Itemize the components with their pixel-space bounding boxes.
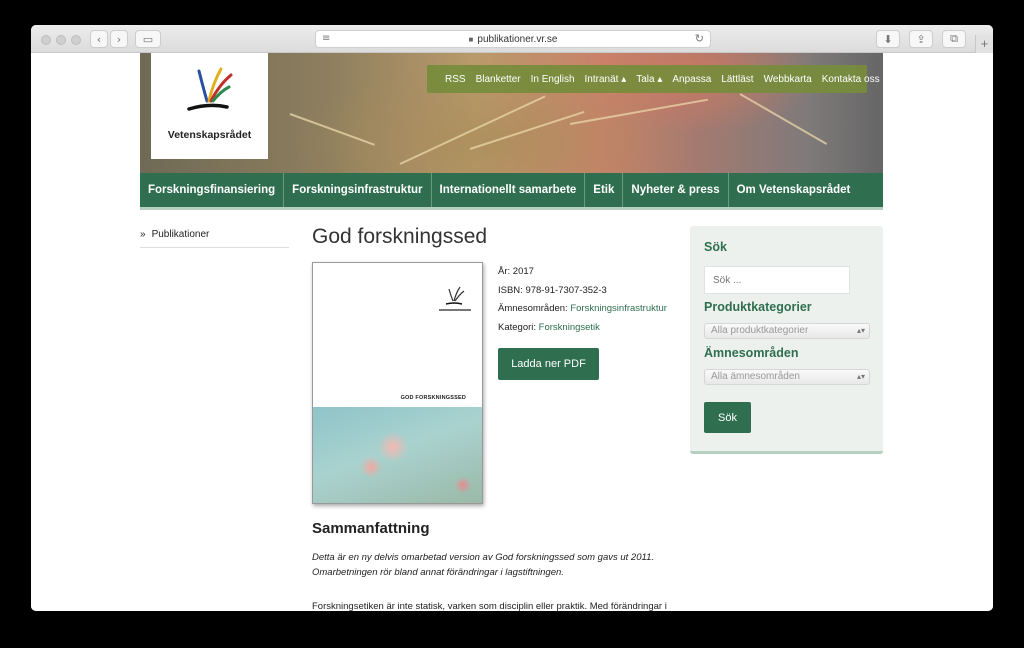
wheat-stalk <box>569 98 709 125</box>
download-icon[interactable]: ⬇ <box>876 30 900 48</box>
search-submit-button[interactable]: Sök <box>704 402 751 433</box>
wheat-stalk <box>289 113 375 146</box>
minimize-window-icon[interactable] <box>56 35 66 45</box>
zoom-window-icon[interactable] <box>71 35 81 45</box>
top-link-tala[interactable]: Tala ▴ <box>636 74 662 85</box>
cover-title: GOD FORSKNINGSSED <box>400 395 466 401</box>
nav-etik[interactable]: Etik <box>585 173 624 207</box>
subject-label: Ämnesområden: <box>498 303 568 314</box>
product-category-value: Alla produktkategorier <box>711 325 809 336</box>
page-title: God forskningssed <box>312 225 488 248</box>
new-tab-icon[interactable]: + <box>975 35 993 53</box>
product-category-heading: Produktkategorier <box>704 300 812 314</box>
year-value: 2017 <box>512 266 534 277</box>
reader-icon[interactable]: ≡ <box>322 33 330 44</box>
site-logo[interactable]: Vetenskapsrådet <box>151 53 268 159</box>
sidebar-toggle-icon[interactable]: ▭ <box>135 30 161 48</box>
isbn-value: 978-91-7307-352-3 <box>525 284 607 296</box>
product-category-select[interactable]: Alla produktkategorier ▴▾ <box>704 323 870 339</box>
top-link-intranat[interactable]: Intranät ▴ <box>585 74 627 85</box>
cover-blossom-image <box>313 407 482 503</box>
subject-area-select[interactable]: Alla ämnesområden ▴▾ <box>704 369 870 385</box>
main-navigation: Forskningsfinansiering Forskningsinfrast… <box>140 173 883 210</box>
forward-icon[interactable]: › <box>110 30 128 48</box>
search-input[interactable] <box>704 266 850 294</box>
cover-logo-icon <box>439 286 471 311</box>
sidebar-item-publikationer[interactable]: » Publikationer <box>140 229 289 240</box>
close-window-icon[interactable] <box>41 35 51 45</box>
share-icon[interactable]: ⇪ <box>909 30 933 48</box>
wheat-stalk <box>739 93 828 145</box>
top-link-in-english[interactable]: In English <box>531 74 575 85</box>
category-label: Kategori: <box>498 321 537 333</box>
top-link-blanketter[interactable]: Blanketter <box>476 74 521 85</box>
body-text: Forskningsetiken är inte statisk, varken… <box>312 601 667 611</box>
isbn-label: ISBN: <box>498 284 523 296</box>
top-link-lattlast[interactable]: Lättläst <box>721 74 753 85</box>
back-icon[interactable]: ‹ <box>90 30 108 48</box>
subject-link[interactable]: Forskningsinfrastruktur <box>570 303 667 314</box>
subject-area-heading: Ämnesområden <box>704 346 799 360</box>
publication-metadata: År: 2017 ISBN: 978-91-7307-352-3 Ämnesom… <box>498 263 667 337</box>
logo-mark-icon <box>187 67 233 111</box>
download-pdf-button[interactable]: Ladda ner PDF <box>498 348 599 380</box>
summary-text: Detta är en ny delvis omarbetad version … <box>312 552 655 578</box>
web-page: Vetenskapsrådet RSS Blanketter In Englis… <box>31 53 993 611</box>
nav-nyheter-press[interactable]: Nyheter & press <box>623 173 729 207</box>
top-utility-nav: RSS Blanketter In English Intranät ▴ Tal… <box>427 65 880 93</box>
publication-content: God forskningssed GOD FORSKNINGSSED År: … <box>312 223 672 611</box>
reload-icon[interactable]: ↻ <box>695 32 704 45</box>
publication-cover[interactable]: GOD FORSKNINGSSED <box>312 262 483 504</box>
summary-heading: Sammanfattning <box>312 520 430 537</box>
top-link-kontakta-oss[interactable]: Kontakta oss <box>822 74 880 85</box>
top-link-rss[interactable]: RSS <box>445 74 466 85</box>
logo-text: Vetenskapsrådet <box>167 129 252 141</box>
lock-icon: ■ <box>468 34 474 44</box>
category-link[interactable]: Forskningsetik <box>539 322 600 333</box>
search-heading: Sök <box>704 240 727 254</box>
section-sidebar: » Publikationer <box>140 229 289 248</box>
top-link-webbkarta[interactable]: Webbkarta <box>764 74 812 85</box>
browser-window: ‹ › ▭ ≡ ■ publikationer.vr.se ↻ ⬇ ⇪ ⧉ + <box>31 25 993 611</box>
select-arrows-icon: ▴▾ <box>856 326 865 335</box>
nav-om-vetenskapsradet[interactable]: Om Vetenskapsrådet <box>729 173 859 207</box>
browser-toolbar: ‹ › ▭ ≡ ■ publikationer.vr.se ↻ ⬇ ⇪ ⧉ + <box>31 25 993 53</box>
chevron-right-icon: » <box>140 229 146 240</box>
address-url: publikationer.vr.se <box>477 33 558 45</box>
wheat-stalk <box>469 110 585 150</box>
top-link-anpassa[interactable]: Anpassa <box>672 74 711 85</box>
year-label: År: <box>498 266 511 277</box>
address-bar[interactable]: ≡ ■ publikationer.vr.se ↻ <box>315 30 711 48</box>
select-arrows-icon: ▴▾ <box>856 372 865 381</box>
tabs-icon[interactable]: ⧉ <box>942 30 966 48</box>
sidebar-item-label: Publikationer <box>151 229 210 240</box>
nav-forskningsinfrastruktur[interactable]: Forskningsinfrastruktur <box>284 173 432 207</box>
search-panel: Sök Produktkategorier Alla produktkatego… <box>690 226 883 454</box>
nav-internationellt-samarbete[interactable]: Internationellt samarbete <box>432 173 586 207</box>
nav-forskningsfinansiering[interactable]: Forskningsfinansiering <box>140 173 285 207</box>
subject-area-value: Alla ämnesområden <box>711 371 800 382</box>
